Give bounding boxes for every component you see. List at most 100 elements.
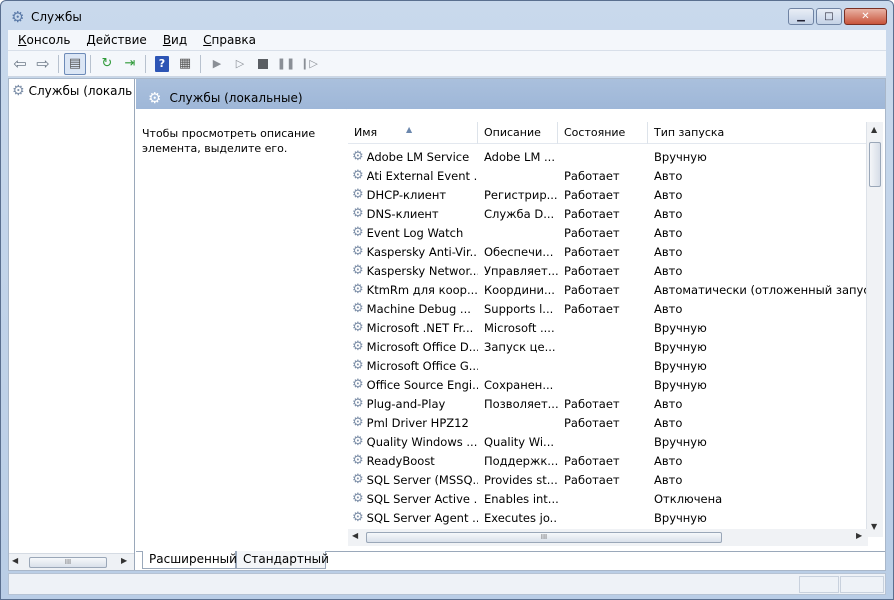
menu-help-label: правка: [211, 33, 257, 47]
toolbar-separator: [90, 54, 91, 73]
service-name: Ati External Event ...: [366, 168, 478, 183]
table-row[interactable]: ⚙ Plug-and-Play Позволяет... Работает Авто: [348, 394, 868, 413]
column-header-name[interactable]: ▲ Имя: [348, 122, 478, 144]
scrollbar-thumb[interactable]: III: [29, 557, 107, 568]
scrollbar-thumb[interactable]: [869, 142, 881, 187]
column-header-description[interactable]: Описание: [478, 122, 558, 144]
column-header-startup-type[interactable]: Тип запуска: [648, 122, 868, 144]
refresh-icon[interactable]: ↻: [96, 53, 118, 75]
scroll-right-icon[interactable]: ▶: [121, 556, 127, 565]
table-row[interactable]: ⚙ Ati External Event ... Работает Авто: [348, 166, 868, 185]
cell-state: Работает: [564, 168, 620, 183]
minimize-button[interactable]: ▁: [788, 8, 814, 25]
scroll-left-icon[interactable]: ◀: [352, 531, 358, 540]
service-name: DNS-клиент: [366, 206, 439, 221]
column-header-state[interactable]: Состояние: [558, 122, 648, 144]
show-hide-console-tree-icon[interactable]: ▤: [64, 52, 86, 75]
cell-startup-type: Автоматически (отложенный запуск): [654, 282, 882, 297]
scrollbar-thumb[interactable]: III: [366, 532, 722, 543]
menu-action-accel: Д: [86, 33, 96, 47]
table-row[interactable]: ⚙ SQL Server Active ... Enables int... Откл…: [348, 489, 868, 508]
forward-arrow-icon[interactable]: ⇨: [32, 53, 54, 75]
close-button[interactable]: ✕: [844, 8, 887, 25]
gear-icon: ⚙: [352, 434, 364, 449]
table-row[interactable]: ⚙ ReadyBoost Поддержк... Работает Авто: [348, 451, 868, 470]
tab-extended[interactable]: Расширенный: [142, 551, 237, 569]
gear-icon: ⚙: [352, 206, 364, 221]
maximize-button[interactable]: □: [816, 8, 842, 25]
cell-name: ⚙ Plug-and-Play: [348, 397, 478, 411]
toolbar-separator: [58, 54, 59, 73]
cell-startup-type: Авто: [654, 472, 683, 487]
gear-icon: ⚙: [352, 187, 364, 202]
cell-startup-type: Вручную: [654, 358, 707, 373]
scroll-up-icon[interactable]: ▲: [871, 125, 877, 134]
cell-startup-type: Вручную: [654, 339, 707, 354]
table-row[interactable]: ⚙ Pml Driver HPZ12 Работает Авто: [348, 413, 868, 432]
pause-service-icon[interactable]: ❚❚: [275, 53, 297, 75]
cell-description: Позволяет...: [484, 396, 558, 411]
service-name: Quality Windows ...: [366, 434, 478, 449]
stop-service-icon[interactable]: [252, 53, 274, 75]
table-row[interactable]: ⚙ SQL Server (MSSQ... Provides st... Работа…: [348, 470, 868, 489]
properties-icon[interactable]: ▦: [174, 53, 196, 75]
table-row[interactable]: ⚙ Kaspersky Anti-Vir... Обеспечи... Работае…: [348, 242, 868, 261]
start-service-alt-icon[interactable]: ▷: [229, 53, 251, 75]
cell-startup-type: Авто: [654, 168, 683, 183]
help-icon[interactable]: ?: [151, 53, 173, 75]
gear-icon: ⚙: [352, 282, 364, 297]
cell-name: ⚙ Machine Debug ...: [348, 302, 478, 316]
table-row[interactable]: ⚙ Event Log Watch Работает Авто: [348, 223, 868, 242]
cell-startup-type: Авто: [654, 187, 683, 202]
cell-description: Enables int...: [484, 491, 558, 506]
table-row[interactable]: ⚙ SQL Server Agent ... Executes jo... Вручн…: [348, 508, 868, 527]
table-row[interactable]: ⚙ Microsoft Office D... Запуск це... Вручну…: [348, 337, 868, 356]
service-name: Microsoft Office D...: [366, 339, 478, 354]
table-row[interactable]: ⚙ Machine Debug ... Supports l... Работает А…: [348, 299, 868, 318]
table-row[interactable]: ⚙ Kaspersky Networ... Управляет... Работает…: [348, 261, 868, 280]
title-bar[interactable]: ⚙ Службы ▁ □ ✕: [1, 1, 893, 31]
cell-name: ⚙ Office Source Engi...: [348, 378, 478, 392]
window-title: Службы: [31, 10, 82, 24]
back-arrow-icon[interactable]: ⇦: [9, 53, 31, 75]
gear-icon: ⚙: [352, 263, 364, 278]
table-row[interactable]: ⚙ DHCP-клиент Регистрир... Работает Авто: [348, 185, 868, 204]
status-bar: [8, 573, 886, 595]
cell-state: Работает: [564, 301, 620, 316]
services-window: ⚙ Службы ▁ □ ✕ Консоль Действие Вид Спра…: [0, 0, 894, 600]
table-row[interactable]: ⚙ Quality Windows ... Quality Wi... Вручную: [348, 432, 868, 451]
gear-icon: ⚙: [352, 377, 364, 392]
scroll-down-icon[interactable]: ▼: [871, 522, 877, 531]
cell-startup-type: Отключена: [654, 491, 723, 506]
gear-icon: ⚙: [352, 396, 364, 411]
menu-action[interactable]: Действие: [76, 33, 152, 47]
table-row[interactable]: ⚙ Microsoft .NET Fr... Microsoft .... Вручн…: [348, 318, 868, 337]
tab-standard[interactable]: Стандартный: [236, 551, 329, 569]
restart-service-icon[interactable]: ❙▷: [298, 53, 320, 75]
table-row[interactable]: ⚙ Office Source Engi... Сохранен... Вручную: [348, 375, 868, 394]
header-cutout: [339, 109, 885, 121]
cell-name: ⚙ Pml Driver HPZ12: [348, 416, 478, 430]
table-row[interactable]: ⚙ Adobe LM Service Adobe LM ... Вручную: [348, 147, 868, 166]
export-list-icon[interactable]: ⇥: [119, 53, 141, 75]
tree-item-services-local[interactable]: ⚙ Службы (локаль: [12, 84, 134, 98]
start-service-icon[interactable]: ▶: [206, 53, 228, 75]
console-tree: ⚙ Службы (локаль ◀ III ▶: [9, 79, 135, 570]
cell-name: ⚙ Ati External Event ...: [348, 169, 478, 183]
menu-help[interactable]: Справка: [193, 33, 262, 47]
menu-console-accel: К: [18, 33, 27, 47]
tree-horizontal-scrollbar[interactable]: ◀ III ▶: [9, 553, 134, 570]
table-row[interactable]: ⚙ Microsoft Office G... Вручную: [348, 356, 868, 375]
column-header-description-label: Описание: [484, 126, 541, 139]
menu-view[interactable]: Вид: [153, 33, 193, 47]
table-row[interactable]: ⚙ DNS-клиент Служба D... Работает Авто: [348, 204, 868, 223]
scroll-right-icon[interactable]: ▶: [856, 531, 862, 540]
cell-description: Executes jo...: [484, 510, 558, 525]
results-title: ⚙ Службы (локальные): [148, 89, 303, 107]
list-horizontal-scrollbar[interactable]: ◀ III ▶: [348, 529, 868, 546]
cell-startup-type: Авто: [654, 244, 683, 259]
table-row[interactable]: ⚙ KtmRm для коор... Координи... Работает Авт…: [348, 280, 882, 299]
vertical-scrollbar[interactable]: ▲ ▼: [866, 122, 883, 537]
menu-console[interactable]: Консоль: [8, 33, 76, 47]
scroll-left-icon[interactable]: ◀: [12, 556, 18, 565]
